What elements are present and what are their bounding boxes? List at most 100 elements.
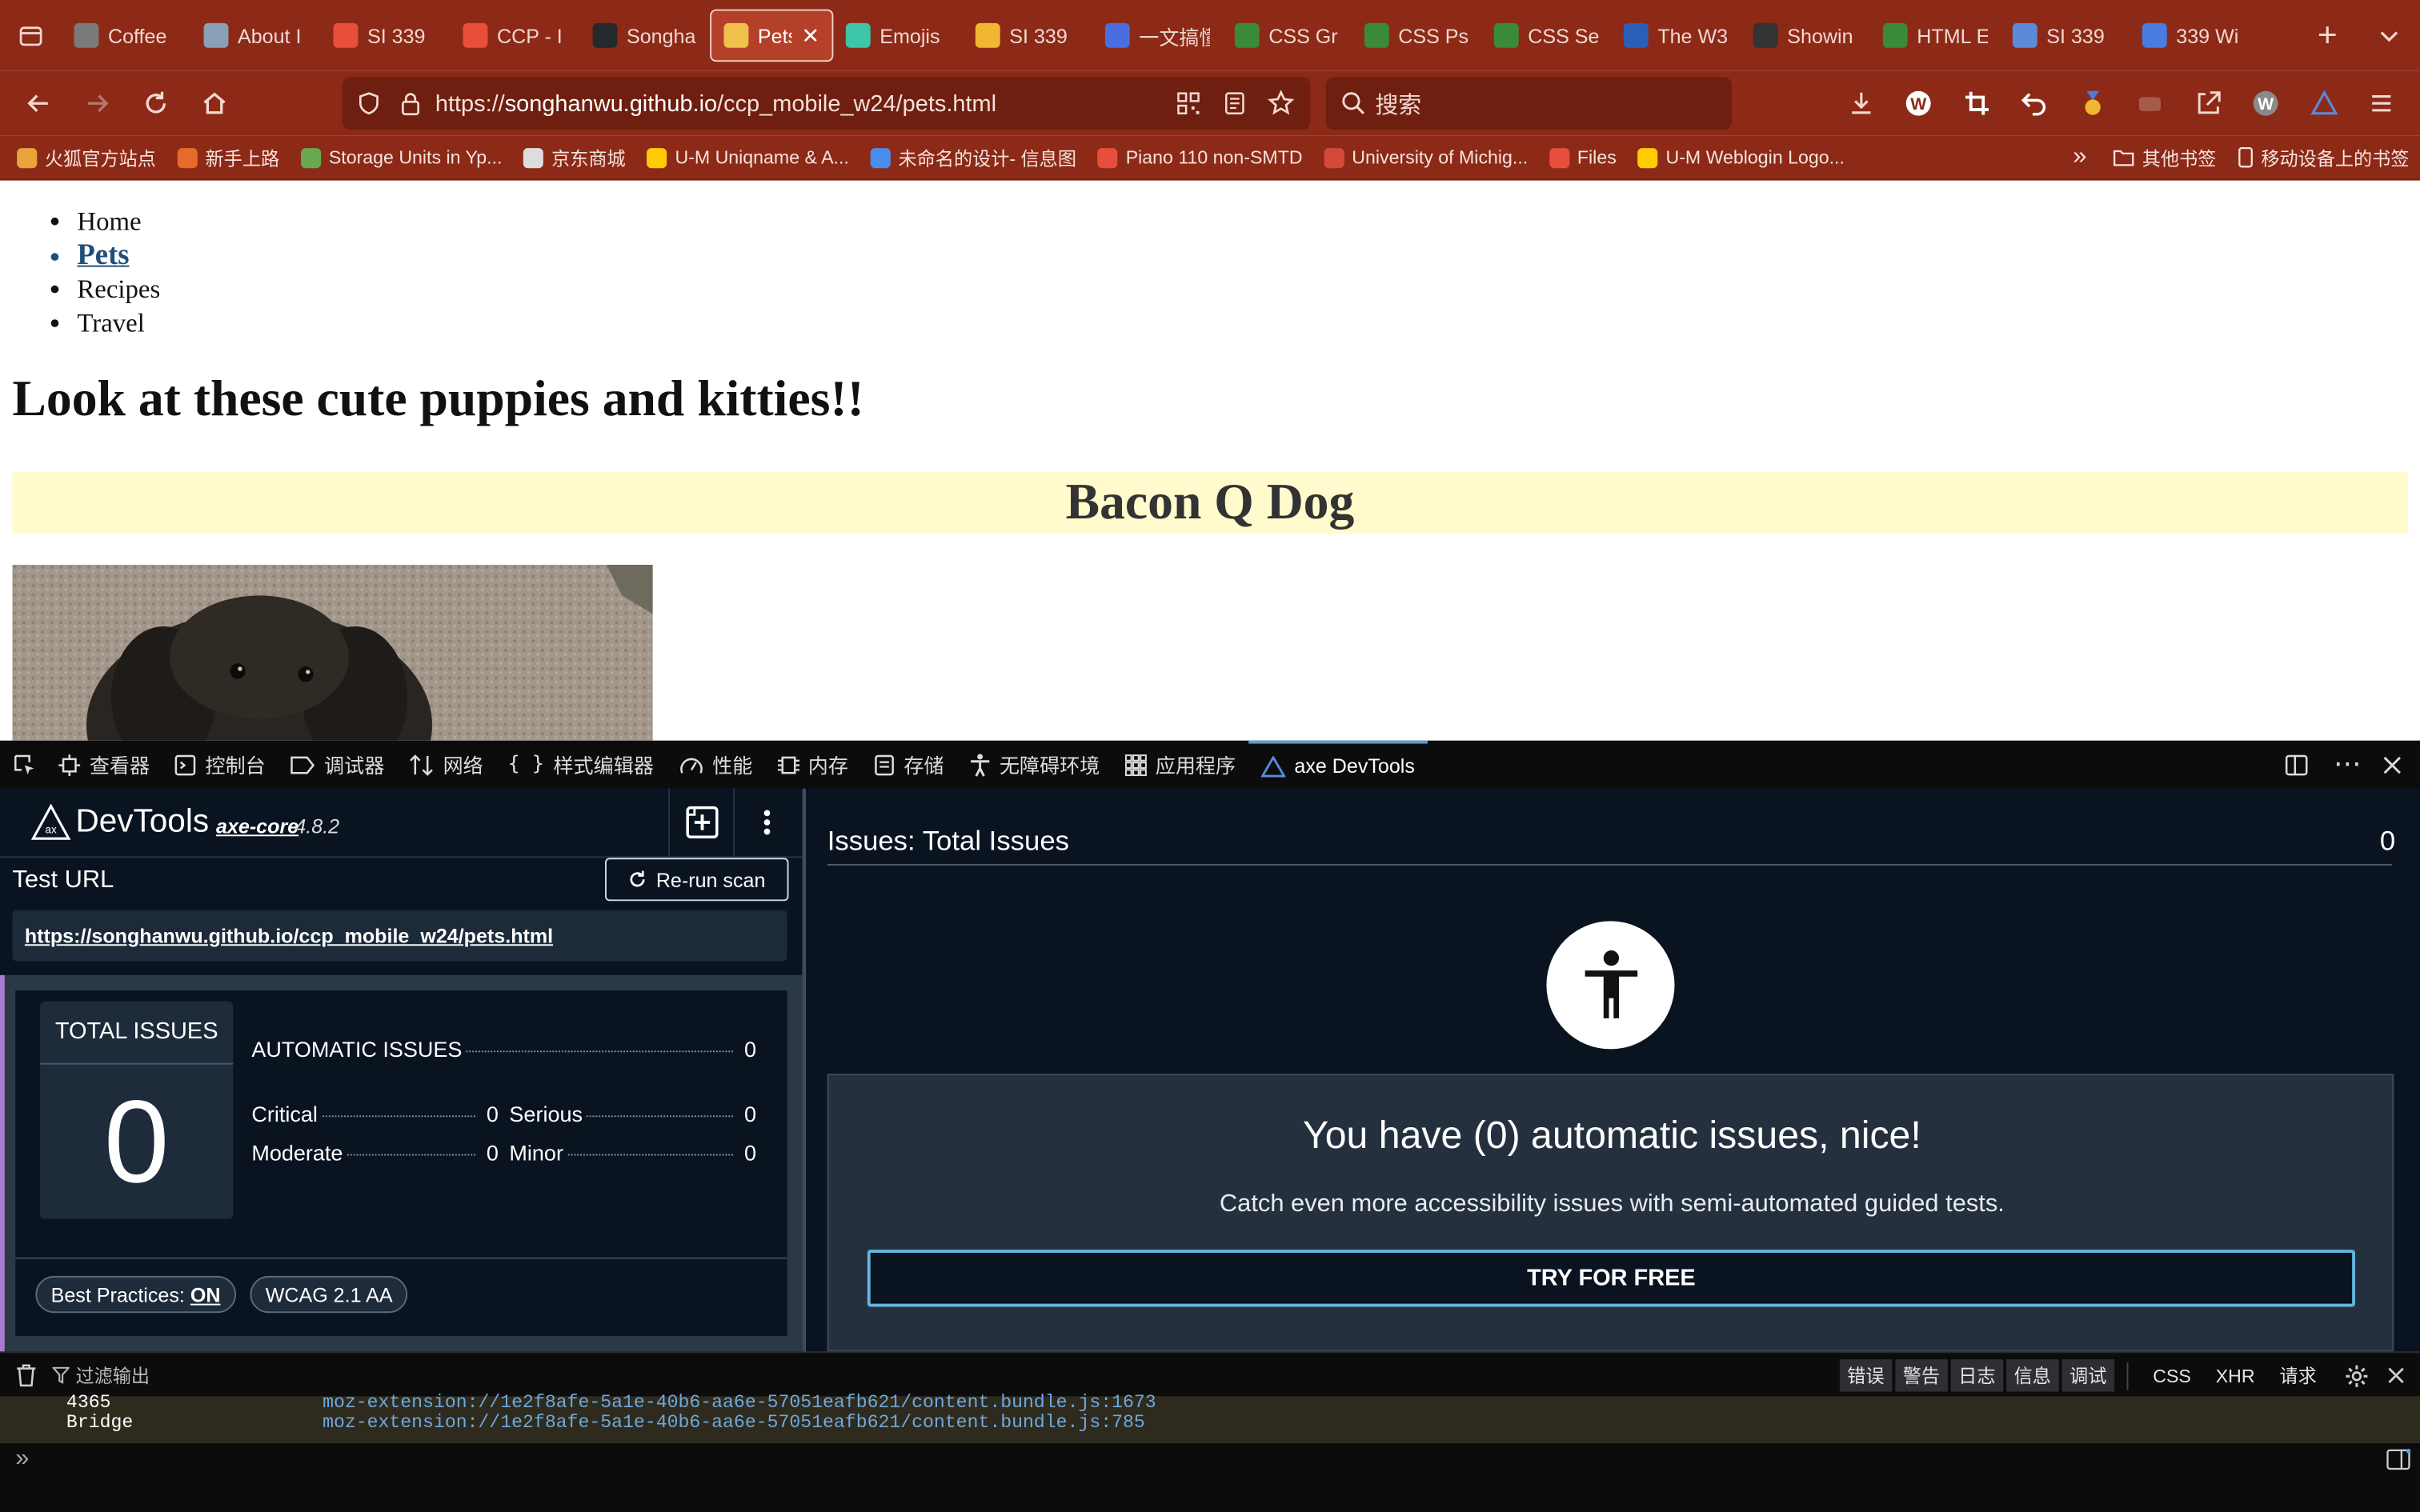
devtools-tab-performance[interactable]: 性能 (666, 741, 764, 789)
close-tab-icon[interactable]: ✕ (801, 22, 819, 49)
devtools-tab-inspector[interactable]: 查看器 (46, 741, 162, 789)
bookmark-item[interactable]: Files (1539, 146, 1628, 168)
new-tab-icon[interactable]: + (2297, 0, 2358, 71)
browser-tab[interactable]: CSS Ps (1352, 10, 1481, 62)
axe-extension-icon[interactable] (2295, 78, 2353, 128)
browser-tab[interactable]: CCP - I (451, 10, 580, 62)
browser-tab-active[interactable]: Pets ✕ (710, 9, 834, 62)
qr-code-icon[interactable] (1165, 78, 1212, 128)
disabled-extension-icon[interactable] (2122, 78, 2179, 128)
browser-tab[interactable]: The W3 (1611, 10, 1741, 62)
menu-hamburger-icon[interactable] (2353, 78, 2410, 128)
console-input[interactable]: » (0, 1442, 2420, 1512)
filter-requests-button[interactable]: 请求 (2279, 1362, 2316, 1389)
nav-link-travel[interactable]: Travel (77, 307, 160, 341)
nav-link-pets[interactable]: Pets (77, 239, 160, 273)
level-debug-button[interactable]: 调试 (2061, 1359, 2115, 1392)
bookmark-item[interactable]: Piano 110 non-SMTD (1087, 146, 1313, 168)
forward-icon[interactable] (68, 78, 126, 128)
bookmark-item[interactable]: 未命名的设计- 信息图 (859, 144, 1087, 170)
devtools-tab-debugger[interactable]: 调试器 (278, 741, 397, 789)
issues-summary-card[interactable]: TOTAL ISSUES 0 AUTOMATIC ISSUES 0 Critica… (15, 990, 787, 1337)
tab-list-chevron-icon[interactable] (2358, 0, 2420, 71)
trash-clear-icon[interactable] (15, 1364, 37, 1387)
browser-tab[interactable]: SI 339 (963, 10, 1092, 62)
close-console-icon[interactable] (2387, 1367, 2404, 1384)
new-scan-icon[interactable] (668, 788, 735, 857)
level-info-button[interactable]: 信息 (2005, 1359, 2059, 1392)
w-grey-extension-icon[interactable]: W (2237, 78, 2294, 128)
devtools-tab-console[interactable]: 控制台 (162, 741, 278, 789)
address-bar[interactable]: https://songhanwu.github.io/ccp_mobile_w… (343, 77, 1311, 130)
url-text[interactable]: https://songhanwu.github.io/ccp_mobile_w… (435, 90, 996, 117)
browser-tab[interactable]: CSS Se (1481, 10, 1611, 62)
console-settings-gear-icon[interactable] (2344, 1363, 2369, 1388)
element-picker-icon[interactable] (0, 741, 46, 789)
wcag-standard-pill[interactable]: WCAG 2.1 AA (250, 1275, 408, 1314)
tab-overview-icon[interactable] (0, 0, 62, 71)
rerun-scan-button[interactable]: Re-run scan (604, 858, 789, 902)
browser-tab[interactable]: Emojis (833, 10, 963, 62)
kebab-menu-icon[interactable] (733, 788, 799, 857)
devtools-tab-memory[interactable]: 内存 (765, 741, 861, 789)
level-warnings-button[interactable]: 警告 (1895, 1359, 1948, 1392)
best-practices-toggle[interactable]: Best Practices: ON (35, 1275, 236, 1314)
bookmark-item[interactable]: Storage Units in Yp... (290, 146, 513, 168)
browser-tab[interactable]: Showin (1741, 10, 1870, 62)
extension-w-icon[interactable]: W (1890, 78, 1948, 128)
back-icon[interactable] (10, 78, 68, 128)
downloads-icon[interactable] (1832, 78, 1889, 128)
bookmark-item[interactable]: U-M Uniqname & A... (636, 146, 859, 168)
reload-icon[interactable] (126, 78, 185, 128)
browser-tab[interactable]: HTML E (1870, 10, 2000, 62)
undo-icon[interactable] (2005, 78, 2063, 128)
level-logs-button[interactable]: 日志 (1950, 1359, 2004, 1392)
close-devtools-icon[interactable] (2377, 741, 2414, 789)
devtools-tab-application[interactable]: 应用程序 (1112, 741, 1248, 789)
tracking-shield-icon[interactable] (346, 78, 392, 128)
test-url-link[interactable]: https://songhanwu.github.io/ccp_mobile_w… (12, 910, 787, 962)
bookmark-star-icon[interactable] (1258, 78, 1304, 128)
dock-side-icon[interactable] (2275, 741, 2318, 789)
reader-view-icon[interactable] (1212, 78, 1258, 128)
browser-tab[interactable]: 339 Wi (2130, 10, 2259, 62)
devtools-tab-axe[interactable]: axe DevTools (1248, 740, 1428, 789)
home-icon[interactable] (185, 78, 243, 128)
bookmark-item[interactable]: University of Michig... (1313, 146, 1539, 168)
axe-core-link[interactable]: axe-core (216, 814, 298, 838)
browser-tab[interactable]: CSS Gr (1222, 10, 1352, 62)
share-extension-icon[interactable] (2179, 78, 2237, 128)
nav-link-recipes[interactable]: Recipes (77, 273, 160, 306)
crop-icon[interactable] (1948, 78, 2005, 128)
bookmark-item[interactable]: U-M Weblogin Logo... (1627, 146, 1855, 168)
browser-tab[interactable]: SI 339 (321, 10, 451, 62)
bookmark-item[interactable]: 京东商城 (513, 144, 636, 170)
filter-output-input[interactable]: 过滤输出 (52, 1362, 150, 1389)
medal-extension-icon[interactable] (2063, 78, 2121, 128)
devtools-tab-accessibility[interactable]: 无障碍环境 (956, 741, 1112, 789)
filter-css-button[interactable]: CSS (2153, 1365, 2191, 1386)
devtools-tab-network[interactable]: 网络 (397, 741, 495, 789)
browser-tab[interactable]: Coffee (62, 10, 191, 62)
bookmarks-overflow-icon[interactable]: » (2057, 143, 2102, 171)
try-for-free-button[interactable]: TRY FOR FREE (867, 1250, 2355, 1307)
browser-tab[interactable]: Songha (580, 10, 710, 62)
console-log-source-link[interactable]: moz-extension://1e2f8afe-5a1e-40b6-aa6e-… (323, 1412, 1145, 1434)
bookmark-folder-other[interactable]: 其他书签 (2102, 144, 2227, 170)
browser-tab[interactable]: SI 339 (2000, 10, 2130, 62)
browser-tab[interactable]: 一文搞懂 (1092, 10, 1222, 62)
filter-xhr-button[interactable]: XHR (2216, 1365, 2255, 1386)
bookmark-folder-mobile[interactable]: 移动设备上的书签 (2227, 144, 2420, 170)
devtools-tab-style-editor[interactable]: { } 样式编辑器 (495, 741, 666, 789)
nav-link-home[interactable]: Home (77, 205, 160, 238)
search-box[interactable]: 搜索 (1325, 77, 1732, 130)
bookmark-item[interactable]: 火狐官方站点 (6, 144, 167, 170)
more-options-icon[interactable]: ⋯ (2324, 741, 2370, 789)
level-errors-button[interactable]: 错误 (1839, 1359, 1893, 1392)
sidebar-toggle-icon[interactable] (2386, 1448, 2411, 1470)
devtools-tab-storage[interactable]: 存储 (860, 741, 956, 789)
console-log-source-link[interactable]: moz-extension://1e2f8afe-5a1e-40b6-aa6e-… (323, 1392, 1156, 1414)
bookmark-item[interactable]: 新手上路 (166, 144, 290, 170)
browser-tab[interactable]: About I (191, 10, 321, 62)
lock-icon[interactable] (392, 78, 429, 128)
